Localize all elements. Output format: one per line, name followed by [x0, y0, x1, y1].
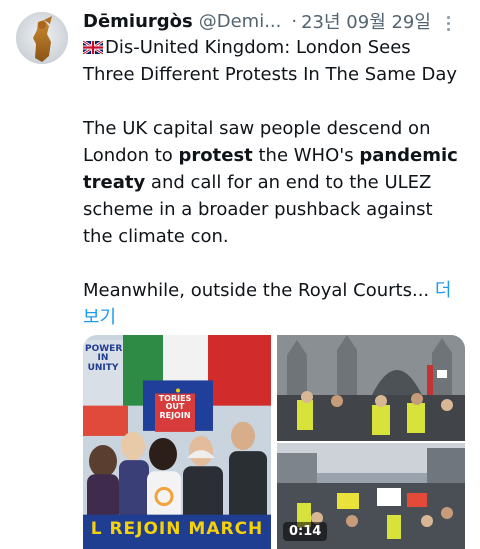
media-image-royal-courts[interactable]	[277, 335, 465, 441]
show-more-link[interactable]: 더	[435, 280, 452, 301]
para2-line-4: scheme in a broader pushback against	[83, 199, 433, 220]
headline-line-1: Dis-United Kingdom: London Sees	[105, 37, 411, 58]
uk-flag-icon	[83, 41, 103, 54]
video-duration-badge: 0:14	[283, 522, 328, 541]
avatar[interactable]	[16, 12, 68, 64]
display-name[interactable]: Dēmiurgòs	[83, 11, 193, 32]
sign-tories-out: TORIES OUT REJOIN	[158, 394, 192, 420]
user-handle[interactable]: @Demi...	[199, 11, 282, 32]
para2-line-3: and call for an end to the ULEZ	[145, 172, 432, 193]
tweet-text: Dis-United Kingdom: London Sees Three Di…	[83, 34, 468, 331]
tweet[interactable]: Dēmiurgòs @Demi... · 23년 09월 29일 Dis-Uni…	[0, 0, 480, 549]
more-options-icon[interactable]	[438, 12, 458, 34]
media-image-rejoin-march[interactable]: POWER IN UNITY TORIES OUT REJOIN L REJOI…	[83, 335, 271, 549]
media-grid: POWER IN UNITY TORIES OUT REJOIN L REJOI…	[83, 335, 465, 549]
show-more-link-continued[interactable]: 보기	[83, 307, 116, 328]
para2-line-1: The UK capital saw people descend on	[83, 118, 431, 139]
headline: Dis-United Kingdom: London Sees Three Di…	[83, 34, 468, 88]
bold-treaty: treaty	[83, 172, 146, 193]
paragraph-2: The UK capital saw people descend on Lon…	[83, 115, 468, 250]
separator-dot: ·	[291, 10, 298, 32]
avatar-image	[16, 12, 68, 64]
tweet-date[interactable]: 23년 09월 29일	[301, 8, 431, 34]
para2-line-5: the climate con.	[83, 226, 229, 247]
para2-line-2a: London to	[83, 145, 179, 166]
media-video-street-protest[interactable]: 0:14	[277, 443, 465, 549]
headline-line-2: Three Different Protests In The Same Day	[83, 64, 458, 85]
sign-power-in-unity: POWER IN UNITY	[85, 344, 123, 373]
banner-rejoin-march: L REJOIN MARCH	[90, 519, 264, 539]
para3-text: Meanwhile, outside the Royal Courts...	[83, 280, 435, 301]
tweet-header: Dēmiurgòs @Demi... · 23년 09월 29일	[83, 8, 468, 34]
paragraph-3: Meanwhile, outside the Royal Courts... 더…	[83, 277, 468, 331]
bold-protest: protest	[178, 145, 253, 166]
bold-pandemic: pandemic	[359, 145, 458, 166]
para2-line-2b: the WHO's	[252, 145, 360, 166]
